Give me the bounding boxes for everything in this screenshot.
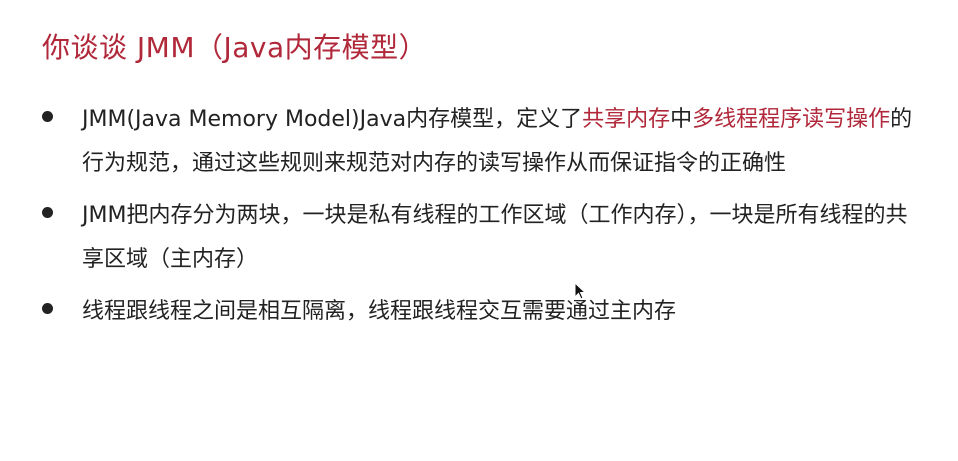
slide: 你谈谈 JMM（Java内存模型） JMM(Java Memory Model)… bbox=[0, 0, 958, 461]
bullet-item: JMM(Java Memory Model)Java内存模型，定义了共享内存中多… bbox=[40, 98, 920, 186]
mouse-pointer-icon bbox=[574, 282, 586, 300]
bullet-text: JMM(Java Memory Model)Java内存模型，定义了共享内存中多… bbox=[82, 98, 920, 186]
bullet-text-segment: 线程跟线程之间是相互隔离，线程跟线程交互需要通过主内存 bbox=[82, 299, 677, 324]
bullet-text-segment: JMM把内存分为两块，一块是私有线程的工作区域（工作内存），一块是所有线程的共享… bbox=[82, 203, 908, 272]
bullet-item: 线程跟线程之间是相互隔离，线程跟线程交互需要通过主内存 bbox=[40, 290, 920, 334]
slide-title: 你谈谈 JMM（Java内存模型） bbox=[42, 31, 428, 64]
bullet-dot-icon bbox=[42, 207, 53, 218]
bullet-text: 线程跟线程之间是相互隔离，线程跟线程交互需要通过主内存 bbox=[82, 290, 920, 334]
bullet-item: JMM把内存分为两块，一块是私有线程的工作区域（工作内存），一块是所有线程的共享… bbox=[40, 194, 920, 282]
bullet-dot-icon bbox=[42, 303, 53, 314]
bullet-list: JMM(Java Memory Model)Java内存模型，定义了共享内存中多… bbox=[40, 98, 920, 342]
bullet-dot-icon bbox=[42, 111, 53, 122]
bullet-text-segment: 中 bbox=[670, 107, 693, 132]
bullet-text-segment: JMM(Java Memory Model)Java内存模型，定义了 bbox=[82, 107, 583, 132]
bullet-text: JMM把内存分为两块，一块是私有线程的工作区域（工作内存），一块是所有线程的共享… bbox=[82, 194, 920, 282]
highlighted-term: 多线程程序读写操作 bbox=[692, 107, 891, 132]
highlighted-term: 共享内存 bbox=[582, 107, 671, 132]
